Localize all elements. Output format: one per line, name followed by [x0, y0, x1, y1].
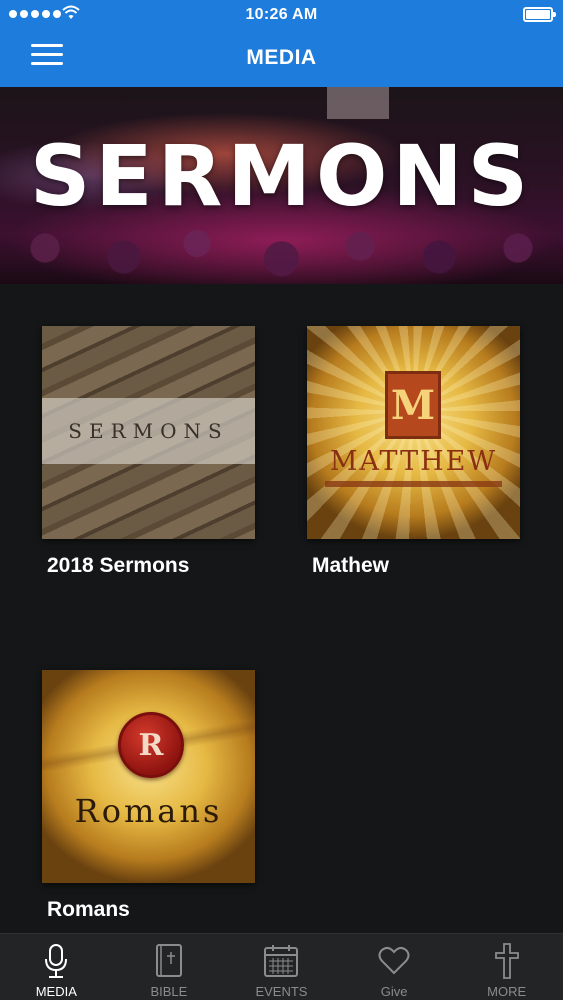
media-item-label: 2018 Sermons — [47, 554, 190, 577]
artwork-text: SERMONS — [68, 419, 229, 443]
media-item-romans[interactable]: R Romans Romans — [42, 670, 257, 922]
tab-label: BIBLE — [150, 984, 188, 999]
tab-label: EVENTS — [255, 984, 308, 999]
battery-icon — [523, 7, 556, 22]
artwork-text: MATTHEW — [329, 446, 498, 477]
page-title: MEDIA — [246, 46, 317, 69]
tab-bible[interactable]: BIBLE — [113, 934, 226, 1000]
media-item-label: Romans — [47, 898, 130, 921]
status-time: 10:26 AM — [245, 6, 318, 23]
wax-seal-icon: R — [118, 712, 184, 778]
sermons-banner: SERMONS — [0, 87, 563, 284]
tab-give[interactable]: Give — [338, 934, 451, 1000]
calendar-icon — [261, 942, 301, 980]
microphone-icon — [36, 942, 76, 980]
tab-media[interactable]: MEDIA — [0, 934, 113, 1000]
media-item-2018-sermons[interactable]: SERMONS 2018 Sermons — [42, 326, 257, 578]
tab-label: MORE — [487, 984, 527, 999]
media-item-mathew[interactable]: M MATTHEW Mathew — [307, 326, 522, 578]
matthew-artwork: M MATTHEW — [307, 326, 520, 539]
heart-icon — [374, 942, 414, 980]
tab-more[interactable]: MORE — [450, 934, 563, 1000]
tab-label: MEDIA — [35, 984, 77, 999]
banner-title: SERMONS — [29, 127, 534, 225]
artwork-text: Romans — [74, 792, 223, 830]
bible-icon — [149, 942, 189, 980]
app-header: 10:26 AM MEDIA — [0, 0, 563, 87]
letter-m-emblem: M — [385, 371, 441, 439]
romans-artwork: R Romans — [42, 670, 255, 883]
sermons-artwork: SERMONS — [42, 326, 255, 539]
tab-label: Give — [380, 984, 408, 999]
media-item-label: Mathew — [312, 554, 390, 577]
tab-events[interactable]: EVENTS — [225, 934, 338, 1000]
tab-bar: MEDIA BIBLE EVENTS Give MORE — [0, 933, 563, 1000]
status-bar: 10:26 AM — [0, 0, 563, 30]
cross-icon — [487, 942, 527, 980]
